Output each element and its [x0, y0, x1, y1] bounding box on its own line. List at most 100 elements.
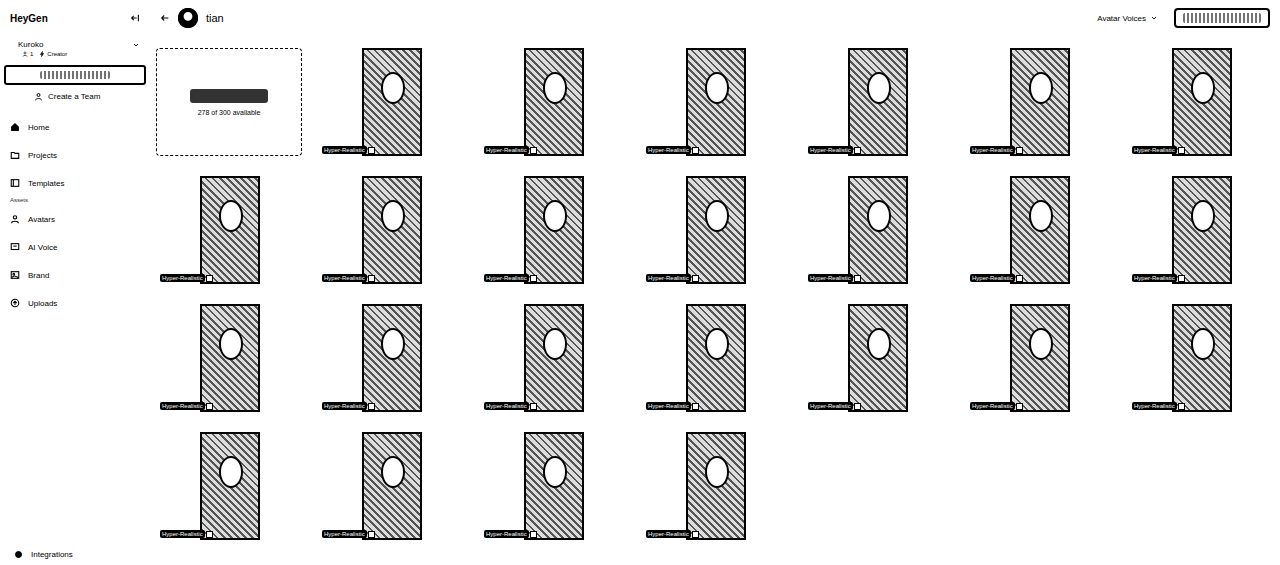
nav: HomeProjectsTemplatesAssetsAvatars AI Voi…: [4, 101, 146, 317]
badge-box: [854, 275, 861, 282]
sidebar-item-label: AI Voice: [28, 243, 57, 252]
header-right: Avatar Voices: [1097, 8, 1270, 28]
avatar-photo: [362, 176, 422, 284]
avatar-photo: [200, 176, 260, 284]
badge: Hyper-Realistic: [970, 146, 1023, 154]
badge-label: Hyper-Realistic: [646, 402, 691, 410]
face: [705, 456, 729, 488]
looks-grid: 278 of 300 available Hyper-Realistic Hyper…: [156, 28, 1270, 540]
user-menu[interactable]: Kuroko1Creator: [4, 26, 146, 57]
sidebar-item[interactable]: Brand: [10, 261, 146, 289]
avatar-card[interactable]: Hyper-Realistic: [160, 176, 264, 284]
add-card[interactable]: 278 of 300 available: [156, 48, 302, 156]
badge-label: Hyper-Realistic: [160, 274, 205, 282]
avatar-card[interactable]: Hyper-Realistic: [322, 304, 426, 412]
avatar-card[interactable]: Hyper-Realistic: [970, 176, 1074, 284]
badge-label: Hyper-Realistic: [322, 146, 367, 154]
sidebar-item[interactable]: Home: [10, 113, 146, 141]
availability: 278 of 300 available: [198, 109, 261, 116]
badge-label: Hyper-Realistic: [970, 146, 1015, 154]
person-icon: [34, 92, 43, 101]
header-button[interactable]: [1174, 8, 1270, 28]
sidebar-item[interactable]: AI Voice: [10, 233, 146, 261]
add-button[interactable]: [190, 89, 268, 103]
redacted-label: [1183, 13, 1261, 23]
avatar-card[interactable]: Hyper-Realistic: [1132, 176, 1236, 284]
badge-box: [1016, 403, 1023, 410]
home-icon: [10, 122, 20, 132]
badge-label: Hyper-Realistic: [322, 402, 367, 410]
avatar-card[interactable]: Hyper-Realistic: [808, 304, 912, 412]
avatar-card[interactable]: Hyper-Realistic: [484, 176, 588, 284]
template-icon: [10, 178, 20, 188]
plan: Creator: [39, 51, 67, 57]
avatar-photo: [1010, 48, 1070, 156]
back-arrow-icon: [160, 13, 170, 23]
avatar-photo: [848, 48, 908, 156]
face: [1191, 200, 1215, 232]
avatar-card[interactable]: Hyper-Realistic: [160, 304, 264, 412]
avatar-card[interactable]: Hyper-Realistic: [1132, 304, 1236, 412]
badge: Hyper-Realistic: [646, 402, 699, 410]
avatar-photo: [362, 304, 422, 412]
badge-box: [854, 403, 861, 410]
face: [867, 200, 891, 232]
voices-dropdown[interactable]: Avatar Voices: [1097, 14, 1158, 23]
badge: Hyper-Realistic: [808, 274, 861, 282]
back-button[interactable]: [160, 13, 170, 23]
avatar-photo: [1172, 176, 1232, 284]
avatar-card[interactable]: Hyper-Realistic: [970, 48, 1074, 156]
sidebar-item[interactable]: Templates: [10, 169, 146, 197]
face: [381, 328, 405, 360]
members-count: 1: [30, 51, 33, 57]
avatar-photo: [362, 432, 422, 540]
avatar-card[interactable]: Hyper-Realistic: [484, 304, 588, 412]
collapse-button[interactable]: [130, 13, 140, 23]
badge-label: Hyper-Realistic: [808, 274, 853, 282]
section-label: Assets: [10, 197, 146, 205]
sidebar-item[interactable]: Avatars: [10, 205, 146, 233]
upgrade-button[interactable]: [4, 65, 146, 85]
create-team[interactable]: Create a Team: [4, 85, 146, 101]
face: [219, 328, 243, 360]
avatar-card[interactable]: Hyper-Realistic: [646, 48, 750, 156]
sidebar-item[interactable]: Projects: [10, 141, 146, 169]
badge-box: [1178, 275, 1185, 282]
avatar-card[interactable]: Hyper-Realistic: [646, 304, 750, 412]
avatar-card[interactable]: Hyper-Realistic: [484, 432, 588, 540]
avatar-card[interactable]: Hyper-Realistic: [646, 176, 750, 284]
avatar-photo: [686, 432, 746, 540]
avatar-card[interactable]: Hyper-Realistic: [322, 432, 426, 540]
avatar-photo: [524, 48, 584, 156]
integrations[interactable]: Integrations: [4, 550, 146, 561]
avatar-card[interactable]: Hyper-Realistic: [484, 48, 588, 156]
logo[interactable]: HeyGen: [10, 13, 48, 24]
badge-box: [530, 275, 537, 282]
avatar-card[interactable]: Hyper-Realistic: [970, 304, 1074, 412]
collapse-icon: [130, 13, 140, 23]
avatar-card[interactable]: Hyper-Realistic: [808, 176, 912, 284]
avatar-photo: [686, 48, 746, 156]
avatar-photo: [200, 432, 260, 540]
avatar-card[interactable]: Hyper-Realistic: [646, 432, 750, 540]
badge-label: Hyper-Realistic: [1132, 274, 1177, 282]
badge: Hyper-Realistic: [484, 402, 537, 410]
user-sub: 1 Creator: [18, 49, 140, 57]
badge-box: [530, 403, 537, 410]
avatar-card[interactable]: Hyper-Realistic: [1132, 48, 1236, 156]
badge-label: Hyper-Realistic: [970, 402, 1015, 410]
avatar-photo: [686, 176, 746, 284]
avatar-icon: [178, 8, 198, 28]
avatar-card[interactable]: Hyper-Realistic: [160, 432, 264, 540]
sidebar-item[interactable]: Uploads: [10, 289, 146, 317]
badge-box: [368, 403, 375, 410]
avatar-card[interactable]: Hyper-Realistic: [808, 48, 912, 156]
badge: Hyper-Realistic: [646, 274, 699, 282]
avatar-card[interactable]: Hyper-Realistic: [322, 48, 426, 156]
dropdown-label: Avatar Voices: [1097, 14, 1146, 23]
avatar-card[interactable]: Hyper-Realistic: [322, 176, 426, 284]
face: [543, 328, 567, 360]
avatar-photo: [524, 432, 584, 540]
badge-label: Hyper-Realistic: [322, 530, 367, 538]
badge: Hyper-Realistic: [160, 274, 213, 282]
